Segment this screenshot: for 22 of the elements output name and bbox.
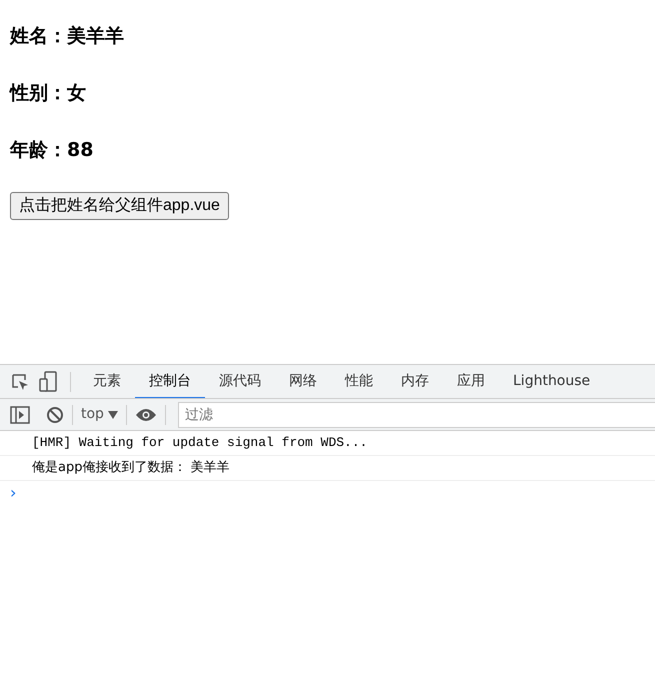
sidebar-toggle-icon[interactable] [10,406,30,424]
field-label: 性别：女 [10,81,87,106]
console-message: 俺是app俺接收到了数据： 美羊羊 [0,456,655,481]
console-message: [HMR] Waiting for update signal from WDS... [0,431,655,456]
filter-field[interactable]: 过滤 [178,402,655,428]
device-icon[interactable] [38,370,58,392]
prompt-icon: › [0,481,655,505]
devtools-tab[interactable]: 元素 [79,365,135,398]
devtools-tab[interactable]: 内存 [387,365,443,398]
devtools-tab[interactable]: Lighthouse [499,365,604,398]
devtools-tab[interactable]: 性能 [331,365,387,398]
field-label: 姓名：美羊羊 [10,24,125,49]
devtools-tab[interactable]: 源代码 [205,365,275,398]
send-name-button[interactable]: 点击把姓名给父组件app.vue [10,192,229,220]
clear-console-icon[interactable] [46,406,64,424]
eye-icon[interactable] [134,408,157,422]
devtools-tab[interactable]: 网络 [275,365,331,398]
devtools-tab[interactable]: 应用 [443,365,499,398]
caret-icon [108,410,118,418]
field-label: 年龄：88 [10,138,94,163]
inspect-icon[interactable] [10,372,30,392]
context-selector[interactable]: top [81,404,118,425]
